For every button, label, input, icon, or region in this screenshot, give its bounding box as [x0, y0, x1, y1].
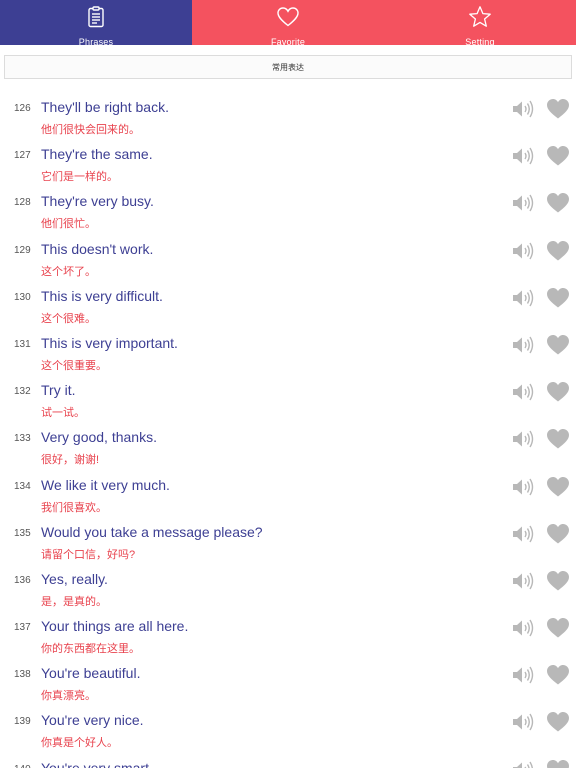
tab-setting-label: Setting: [465, 37, 495, 47]
speaker-icon[interactable]: [511, 476, 535, 498]
phrase-row[interactable]: 127 They're the same. 它们是一样的。: [0, 131, 576, 183]
speaker-icon[interactable]: [511, 98, 535, 120]
phrase-number: 137: [14, 622, 31, 634]
favorite-heart-icon[interactable]: [546, 239, 570, 262]
phrase-row[interactable]: 140 You're very smart.: [0, 745, 576, 768]
phrase-row[interactable]: 129 This doesn't work. 这个坏了。: [0, 226, 576, 278]
clipboard-icon: [84, 5, 108, 34]
phrase-row[interactable]: 128 They're very busy. 他们很忙。: [0, 178, 576, 230]
phrase-english: Try it.: [41, 382, 76, 399]
phrase-english: You're very smart.: [41, 759, 153, 768]
phrase-number: 131: [14, 338, 31, 350]
phrase-number: 138: [14, 669, 31, 681]
phrase-english: You're very nice.: [41, 712, 144, 729]
speaker-icon[interactable]: [511, 192, 535, 214]
favorite-heart-icon[interactable]: [546, 616, 570, 639]
favorite-heart-icon[interactable]: [546, 522, 570, 545]
phrase-row[interactable]: 138 You're beautiful. 你真漂亮。: [0, 650, 576, 702]
phrase-number: 132: [14, 386, 31, 398]
phrase-row[interactable]: 130 This is very difficult. 这个很难。: [0, 273, 576, 325]
speaker-icon[interactable]: [511, 617, 535, 639]
speaker-icon[interactable]: [511, 711, 535, 733]
speaker-icon[interactable]: [511, 287, 535, 309]
favorite-heart-icon[interactable]: [546, 475, 570, 498]
favorite-heart-icon[interactable]: [546, 380, 570, 403]
phrase-row[interactable]: 132 Try it. 试一试。: [0, 367, 576, 419]
tab-setting[interactable]: Setting: [384, 0, 576, 47]
phrase-english: This is very important.: [41, 334, 178, 351]
favorite-heart-icon[interactable]: [546, 286, 570, 309]
phrase-number: 129: [14, 244, 31, 256]
speaker-icon[interactable]: [511, 570, 535, 592]
phrase-english: This is very difficult.: [41, 287, 163, 304]
speaker-icon[interactable]: [511, 428, 535, 450]
phrase-row[interactable]: 134 We like it very much. 我们很喜欢。: [0, 462, 576, 514]
favorite-heart-icon[interactable]: [546, 97, 570, 120]
phrase-english: Very good, thanks.: [41, 429, 157, 446]
phrase-english: You're beautiful.: [41, 665, 141, 682]
section-title: 常用表达: [272, 62, 304, 72]
phrase-row[interactable]: 133 Very good, thanks. 很好，谢谢!: [0, 414, 576, 466]
favorite-heart-icon[interactable]: [546, 758, 570, 768]
favorite-heart-icon[interactable]: [546, 569, 570, 592]
tab-favorite[interactable]: Favorite: [192, 0, 384, 47]
phrase-row[interactable]: 126 They'll be right back. 他们很快会回来的。: [0, 84, 576, 136]
favorite-heart-icon[interactable]: [546, 427, 570, 450]
phrase-row[interactable]: 131 This is very important. 这个很重要。: [0, 320, 576, 372]
phrase-row[interactable]: 135 Would you take a message please? 请留个口信…: [0, 509, 576, 561]
favorite-heart-icon[interactable]: [546, 144, 570, 167]
phrase-english: They're the same.: [41, 146, 153, 163]
phrase-number: 126: [14, 103, 31, 114]
speaker-icon[interactable]: [511, 664, 535, 686]
phrase-english: This doesn't work.: [41, 240, 154, 257]
speaker-icon[interactable]: [511, 759, 535, 768]
phrase-number: 133: [14, 433, 31, 445]
phrase-number: 127: [14, 150, 31, 162]
phrase-number: 128: [14, 197, 31, 209]
phrase-row[interactable]: 136 Yes, really. 是，是真的。: [0, 556, 576, 608]
phrase-list[interactable]: 126 They'll be right back. 他们很快会回来的。 127 The…: [0, 84, 576, 768]
phrase-english: They're very busy.: [41, 193, 154, 210]
favorite-heart-icon[interactable]: [546, 333, 570, 356]
phrase-english: Your things are all here.: [41, 618, 189, 635]
phrase-number: 134: [14, 480, 31, 492]
favorite-heart-icon[interactable]: [546, 710, 570, 733]
section-header: 常用表达: [4, 55, 572, 79]
phrase-row[interactable]: 139 You're very nice. 你真是个好人。: [0, 697, 576, 749]
phrase-number: 136: [14, 574, 31, 586]
speaker-icon[interactable]: [511, 381, 535, 403]
tab-bar: Phrases Favorite Setting: [0, 0, 576, 47]
phrase-number: 139: [14, 716, 31, 728]
phrase-english: They'll be right back.: [41, 99, 169, 115]
phrase-row[interactable]: 137 Your things are all here. 你的东西都在这里。: [0, 603, 576, 655]
favorite-heart-icon[interactable]: [546, 663, 570, 686]
speaker-icon[interactable]: [511, 523, 535, 545]
phrase-english: We like it very much.: [41, 476, 170, 493]
speaker-icon[interactable]: [511, 334, 535, 356]
tab-favorite-label: Favorite: [270, 37, 306, 47]
phrase-english: Would you take a message please?: [41, 523, 263, 540]
tab-phrases-label: Phrases: [78, 37, 114, 47]
speaker-icon[interactable]: [511, 240, 535, 262]
speaker-icon[interactable]: [511, 145, 535, 167]
phrase-number: 135: [14, 527, 31, 539]
star-outline-icon: [468, 5, 492, 34]
phrase-number: 130: [14, 291, 31, 303]
phrase-number: 140: [14, 764, 31, 768]
favorite-heart-icon[interactable]: [546, 191, 570, 214]
heart-outline-icon: [276, 5, 300, 34]
phrase-english: Yes, really.: [41, 570, 108, 587]
tab-phrases[interactable]: Phrases: [0, 0, 192, 47]
